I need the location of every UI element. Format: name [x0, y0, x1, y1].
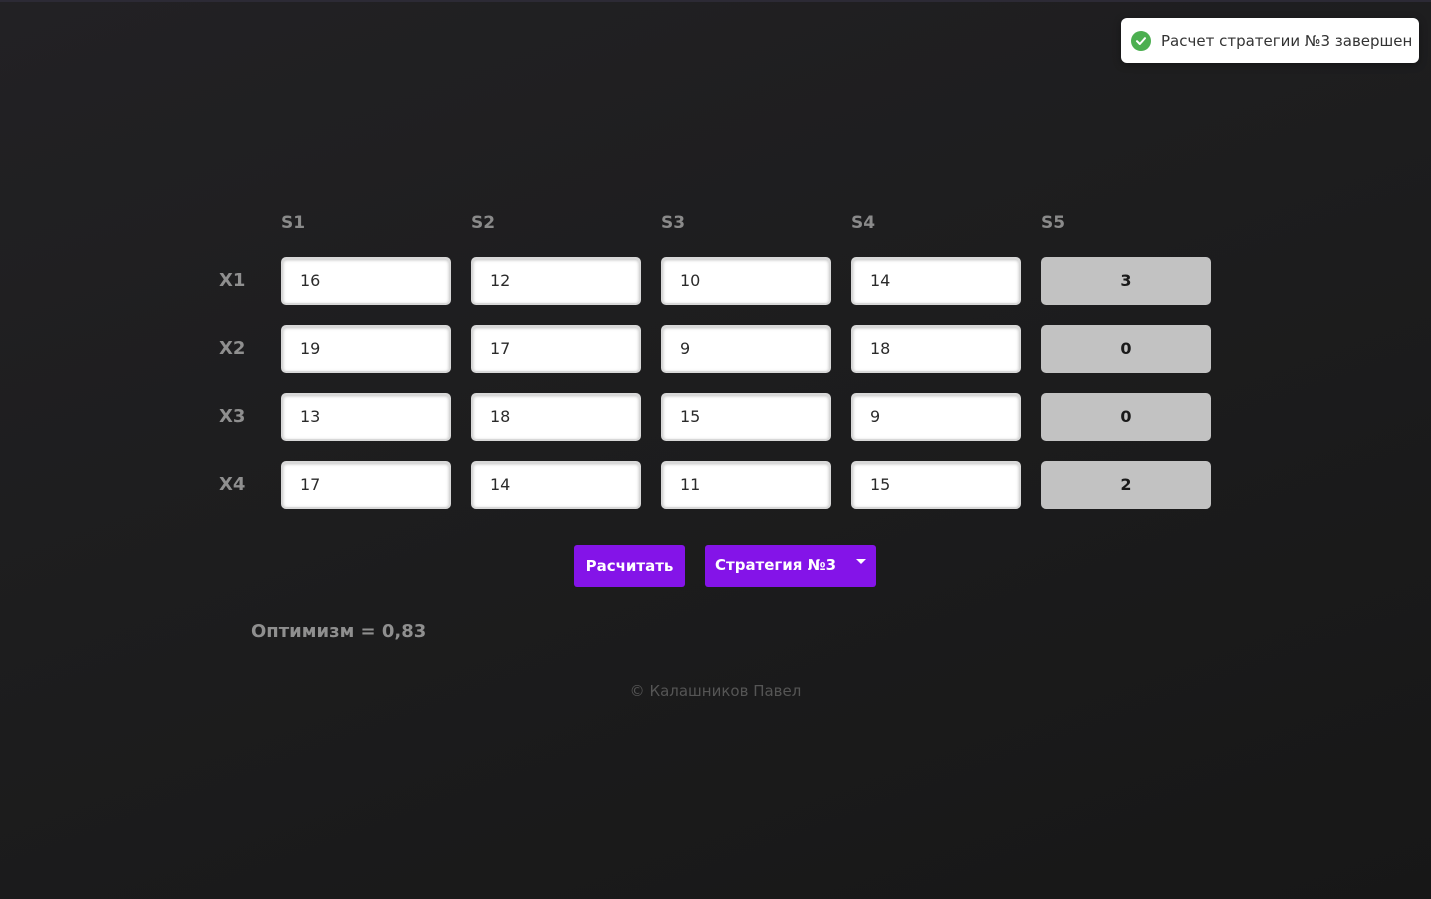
top-border [0, 0, 1431, 2]
row-label: X3 [219, 406, 246, 427]
footer-copyright: © Калашников Павел [629, 682, 802, 700]
row-label: X1 [219, 270, 246, 291]
optimism-result: Оптимизм = 0,83 [251, 621, 427, 642]
matrix-row: X1 16 12 10 14 3 [211, 257, 1221, 305]
matrix-cell-input[interactable]: 19 [281, 325, 451, 373]
calculate-button[interactable]: Расчитать [574, 545, 685, 587]
matrix-cell-input[interactable]: 17 [471, 325, 641, 373]
column-header: S2 [471, 213, 496, 233]
matrix-cell-input[interactable]: 15 [661, 393, 831, 441]
strategy-select-value: Стратегия №3 [715, 556, 837, 574]
matrix-cell-input[interactable]: 10 [661, 257, 831, 305]
result-cell: 3 [1041, 257, 1211, 305]
result-cell: 0 [1041, 393, 1211, 441]
result-cell: 0 [1041, 325, 1211, 373]
column-header: S5 [1041, 213, 1066, 233]
success-toast[interactable]: Расчет стратегии №3 завершен [1121, 18, 1419, 63]
check-circle-icon [1131, 30, 1151, 51]
row-label: X4 [219, 474, 246, 495]
matrix-row: X2 19 17 9 18 0 [211, 325, 1221, 373]
matrix-cell-input[interactable]: 12 [471, 257, 641, 305]
caret-down-icon [856, 559, 866, 564]
matrix-cell-input[interactable]: 16 [281, 257, 451, 305]
matrix-cell-input[interactable]: 9 [851, 393, 1021, 441]
column-header: S4 [851, 213, 876, 233]
matrix-cell-input[interactable]: 14 [851, 257, 1021, 305]
matrix-cell-input[interactable]: 14 [471, 461, 641, 509]
matrix-cell-input[interactable]: 18 [851, 325, 1021, 373]
column-header: S3 [661, 213, 686, 233]
matrix-cell-input[interactable]: 9 [661, 325, 831, 373]
toast-message: Расчет стратегии №3 завершен [1161, 31, 1413, 50]
matrix-row: X3 13 18 15 9 0 [211, 393, 1221, 441]
row-label: X2 [219, 338, 246, 359]
matrix-cell-input[interactable]: 18 [471, 393, 641, 441]
matrix-row: X4 17 14 11 15 2 [211, 461, 1221, 509]
matrix-cell-input[interactable]: 17 [281, 461, 451, 509]
matrix-cell-input[interactable]: 13 [281, 393, 451, 441]
result-cell: 2 [1041, 461, 1211, 509]
payoff-matrix: S1 S2 S3 S4 S5 X1 16 12 10 14 3 X2 19 17… [211, 208, 1221, 509]
matrix-cell-input[interactable]: 11 [661, 461, 831, 509]
matrix-cell-input[interactable]: 15 [851, 461, 1021, 509]
column-header: S1 [281, 213, 306, 233]
column-headers: S1 S2 S3 S4 S5 [211, 208, 1221, 238]
strategy-select[interactable]: Стратегия №3 [705, 545, 876, 587]
